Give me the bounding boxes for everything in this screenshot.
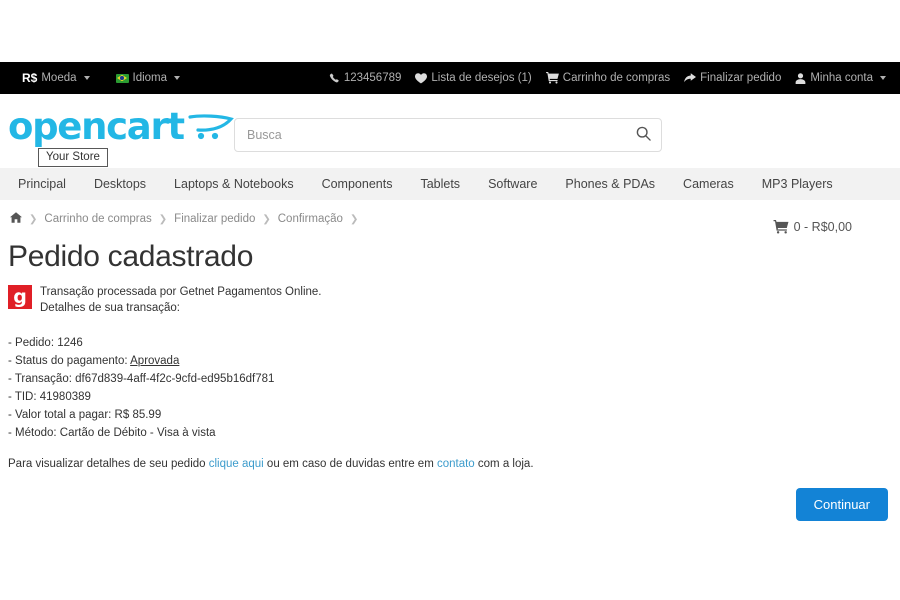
- shopping-cart-link[interactable]: Carrinho de compras: [545, 72, 671, 84]
- checkout-label: Finalizar pedido: [700, 72, 782, 84]
- language-label: Idioma: [132, 72, 168, 84]
- detail-tid-value: 41980389: [39, 391, 91, 403]
- detail-status: - Status do pagamento: Aprovada: [8, 352, 900, 370]
- nav-item-cameras[interactable]: Cameras: [669, 168, 748, 200]
- search-icon: [636, 126, 651, 144]
- nav-item-phones[interactable]: Phones & PDAs: [551, 168, 669, 200]
- gateway-text-block: Transação processada por Getnet Pagament…: [40, 284, 322, 316]
- detail-tid-label: - TID:: [8, 391, 37, 403]
- breadcrumb-separator: ❯: [262, 213, 271, 225]
- detail-order-value: 1246: [57, 337, 83, 349]
- search-box: [234, 118, 662, 152]
- account-label: Minha conta: [810, 72, 873, 84]
- nav-item-laptops[interactable]: Laptops & Notebooks: [160, 168, 308, 200]
- breadcrumb-item-confirmation[interactable]: Confirmação: [278, 213, 343, 225]
- my-account-menu[interactable]: Minha conta: [795, 72, 886, 84]
- breadcrumb: ❯ Carrinho de compras ❯ Finalizar pedido…: [0, 200, 900, 226]
- nav-item-tablets[interactable]: Tablets: [406, 168, 474, 200]
- nav-item-principal[interactable]: Principal: [8, 168, 80, 200]
- phone-label: 123456789: [343, 72, 402, 84]
- main-navigation: Principal Desktops Laptops & Notebooks C…: [0, 168, 900, 200]
- detail-order: - Pedido: 1246: [8, 334, 900, 352]
- utility-topbar: R$ Moeda Idioma 123456789 Lista de desej…: [0, 62, 900, 94]
- order-help-text: Para visualizar detalhes de seu pedido c…: [8, 458, 900, 470]
- topbar-right-group: 123456789 Lista de desejos (1) Carrinho …: [329, 72, 900, 84]
- wishlist-label: Lista de desejos (1): [431, 72, 532, 84]
- share-arrow-icon: [684, 72, 697, 84]
- detail-method: - Método: Cartão de Débito - Visa à vist…: [8, 424, 900, 442]
- detail-amount-label: - Valor total a pagar:: [8, 409, 112, 421]
- currency-label: Moeda: [41, 72, 77, 84]
- chevron-down-icon: [83, 76, 90, 80]
- nav-item-software[interactable]: Software: [474, 168, 551, 200]
- detail-transaction-value: df67d839-4aff-4f2c-9cfd-ed95b16df781: [75, 373, 275, 385]
- detail-transaction-label: - Transação:: [8, 373, 72, 385]
- page-content: ❯ Carrinho de compras ❯ Finalizar pedido…: [0, 200, 900, 521]
- chevron-down-icon: [174, 76, 181, 80]
- detail-tid: - TID: 41980389: [8, 388, 900, 406]
- detail-amount: - Valor total a pagar: R$ 85.99: [8, 406, 900, 424]
- currency-selector[interactable]: R$ Moeda: [22, 71, 90, 85]
- detail-method-value: Cartão de Débito - Visa à vista: [59, 427, 216, 439]
- nav-item-desktops[interactable]: Desktops: [80, 168, 160, 200]
- detail-method-label: - Método:: [8, 427, 57, 439]
- language-selector[interactable]: Idioma: [115, 72, 181, 84]
- detail-amount-value: R$ 85.99: [114, 409, 162, 421]
- home-icon[interactable]: [10, 212, 22, 226]
- brazil-flag-icon: [115, 73, 129, 83]
- chevron-down-icon: [880, 76, 886, 80]
- currency-symbol: R$: [22, 71, 38, 85]
- payment-gateway-notice: g Transação processada por Getnet Pagame…: [8, 284, 900, 316]
- gateway-details-text: Detalhes de sua transação:: [40, 302, 181, 314]
- search-input[interactable]: [235, 128, 625, 142]
- gateway-processed-text: Transação processada por Getnet Pagament…: [40, 286, 322, 298]
- nav-item-components[interactable]: Components: [308, 168, 407, 200]
- breadcrumb-separator: ❯: [158, 213, 168, 225]
- breadcrumb-item-cart[interactable]: Carrinho de compras: [44, 213, 151, 225]
- heart-icon: [415, 72, 428, 84]
- store-name-tooltip: Your Store: [38, 148, 108, 167]
- breadcrumb-separator: ❯: [29, 213, 38, 225]
- detail-transaction: - Transação: df67d839-4aff-4f2c-9cfd-ed9…: [8, 370, 900, 388]
- site-logo[interactable]: opencart: [8, 108, 234, 145]
- page-title: Pedido cadastrado: [8, 240, 254, 273]
- contact-link[interactable]: contato: [437, 458, 475, 470]
- transaction-details-list: - Pedido: 1246 - Status do pagamento: Ap…: [8, 334, 900, 442]
- order-details-link[interactable]: clique aqui: [209, 458, 264, 470]
- breadcrumb-item-checkout[interactable]: Finalizar pedido: [174, 213, 255, 225]
- topbar-left-group: R$ Moeda Idioma: [0, 71, 181, 85]
- checkout-link[interactable]: Finalizar pedido: [684, 72, 781, 84]
- user-icon: [795, 72, 806, 84]
- logo-text: opencart: [8, 105, 185, 148]
- breadcrumb-separator: ❯: [349, 213, 359, 225]
- action-row: Continuar: [0, 488, 900, 521]
- logo-cart-icon: [188, 112, 234, 145]
- detail-status-value[interactable]: Aprovada: [130, 355, 179, 367]
- help-text-before: Para visualizar detalhes de seu pedido: [8, 458, 209, 470]
- search-button[interactable]: [625, 119, 661, 151]
- shopping-cart-icon: [545, 72, 559, 84]
- phone-icon: [329, 73, 340, 84]
- phone-number[interactable]: 123456789: [329, 72, 402, 84]
- help-text-after: com a loja.: [474, 458, 534, 470]
- detail-status-label: - Status do pagamento:: [8, 355, 128, 367]
- help-text-middle: ou em caso de duvidas entre em: [263, 458, 437, 470]
- cart-label: Carrinho de compras: [562, 72, 671, 84]
- getnet-logo-icon: g: [8, 285, 32, 309]
- nav-item-mp3players[interactable]: MP3 Players: [748, 168, 847, 200]
- wishlist-link[interactable]: Lista de desejos (1): [415, 72, 532, 84]
- detail-order-label: - Pedido:: [8, 337, 55, 349]
- continue-button[interactable]: Continuar: [795, 488, 888, 521]
